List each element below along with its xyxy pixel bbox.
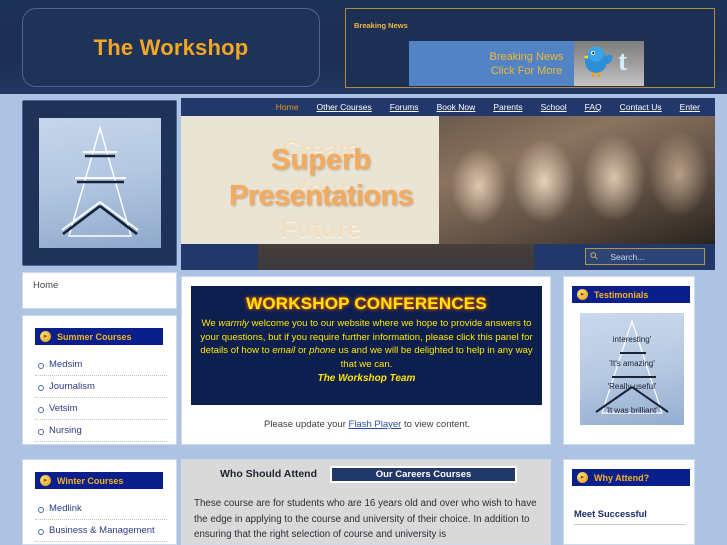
- orange-arrow-icon: ▸: [40, 331, 51, 342]
- search-strip: ⚲ Search...: [181, 244, 715, 270]
- sidebar-item-nursing[interactable]: Nursing: [35, 420, 167, 442]
- search-input[interactable]: Search...: [610, 252, 644, 262]
- nav-item-book-now[interactable]: Book Now: [437, 102, 476, 112]
- hero-banner: Create Superb Your Presentations Future: [181, 116, 715, 244]
- sidebar-item-vetsim[interactable]: Vetsim: [35, 398, 167, 420]
- site-title: The Workshop: [93, 34, 249, 60]
- search-box[interactable]: ⚲ Search...: [585, 248, 705, 265]
- courses-tabs: Who Should Attend Our Careers Courses: [182, 466, 552, 486]
- nav-item-enter[interactable]: Enter: [680, 102, 700, 112]
- hero-banner-photo: [439, 116, 715, 244]
- sidebar-item-medlink[interactable]: Medlink: [35, 498, 167, 520]
- nav-item-faq[interactable]: FAQ: [585, 102, 602, 112]
- hero-text-presentations: Presentations: [229, 180, 414, 212]
- sidebar-header-summer-courses[interactable]: ▸ Summer Courses: [35, 328, 163, 345]
- sidebar-header-label: Winter Courses: [57, 475, 124, 486]
- twitter-bird-icon[interactable]: t: [574, 41, 644, 86]
- workshop-conferences-panel[interactable]: WORKSHOP CONFERENCES We warmly welcome y…: [191, 286, 542, 405]
- courses-paragraph: These course are for students who are 16…: [194, 498, 537, 540]
- courses-info-panel: Who Should Attend Our Careers Courses Th…: [181, 459, 551, 545]
- breaking-news-box: Breaking News Breaking News Click For Mo…: [345, 8, 715, 88]
- tab-our-careers-courses[interactable]: Our Careers Courses: [330, 466, 517, 483]
- svg-text:t: t: [618, 46, 628, 77]
- conference-body-1: We: [201, 318, 219, 329]
- why-attend-header[interactable]: ▸ Why Attend?: [572, 469, 690, 486]
- breaking-news-line2: Click For More: [490, 64, 563, 77]
- tab-who-should-attend[interactable]: Who Should Attend: [220, 468, 317, 480]
- flash-notice-pre: Please update your: [264, 419, 349, 430]
- conference-em-warmly: warmly: [218, 318, 249, 329]
- nav-item-school[interactable]: School: [541, 102, 567, 112]
- sidebar-section-winter-courses: ▸ Winter Courses Medlink Business & Mana…: [22, 459, 177, 545]
- sidebar-list-winter: Medlink Business & Management: [35, 498, 167, 542]
- page-root: The Workshop Breaking News Breaking News…: [0, 0, 727, 545]
- testimonial-quote-4: 'It was brilliant': [606, 406, 658, 415]
- sidebar-header-winter-courses[interactable]: ▸ Winter Courses: [35, 472, 163, 489]
- hero-banner-text: Create Superb Your Presentations Future: [181, 116, 461, 244]
- breaking-news-line1: Breaking News: [489, 50, 564, 63]
- orange-arrow-icon: ▸: [40, 475, 51, 486]
- nav-item-forums[interactable]: Forums: [390, 102, 419, 112]
- testimonials-title: Testimonials: [594, 289, 649, 300]
- nav-item-other-courses[interactable]: Other Courses: [316, 102, 371, 112]
- sidebar-item-business-management[interactable]: Business & Management: [35, 520, 167, 542]
- testimonials-pyramid-image: interesting' 'It's amazing' 'Really usef…: [580, 313, 684, 425]
- conference-em-phone: phone: [309, 345, 336, 356]
- testimonials-header[interactable]: ▸ Testimonials: [572, 286, 690, 303]
- conference-title: WORKSHOP CONFERENCES: [246, 294, 487, 313]
- site-logo-box[interactable]: The Workshop: [22, 8, 320, 87]
- nav-item-home[interactable]: Home: [276, 102, 299, 112]
- testimonials-panel: ▸ Testimonials interesting' 'It's amazin…: [563, 276, 695, 445]
- sidebar-list-summer: Medsim Journalism Vetsim Nursing: [35, 354, 167, 442]
- flash-player-notice: Please update your Flash Player to view …: [182, 419, 552, 430]
- breadcrumb[interactable]: Home: [33, 280, 58, 291]
- why-attend-title: Why Attend?: [594, 472, 650, 483]
- conference-signature: The Workshop Team: [317, 373, 416, 384]
- testimonial-quote-3: 'Really useful': [607, 382, 657, 391]
- main-content-panel: WORKSHOP CONFERENCES We warmly welcome y…: [181, 276, 551, 445]
- pyramid-logo-icon: [38, 118, 161, 248]
- testimonial-quote-2: 'It's amazing': [609, 359, 655, 368]
- orange-arrow-icon: ▸: [577, 289, 588, 300]
- testimonial-quote-1: interesting': [612, 335, 652, 344]
- breadcrumb-panel: Home: [22, 272, 177, 309]
- sidebar-item-medsim[interactable]: Medsim: [35, 354, 167, 376]
- flash-notice-post: to view content.: [401, 419, 470, 430]
- nav-item-parents[interactable]: Parents: [493, 102, 522, 112]
- conference-em-email: email: [272, 345, 296, 356]
- why-attend-subitem[interactable]: Meet Successful: [574, 508, 686, 525]
- sidebar-header-label: Summer Courses: [57, 331, 132, 342]
- nav-item-contact-us[interactable]: Contact Us: [620, 102, 662, 112]
- conference-body-3: or: [295, 345, 310, 356]
- search-strip-photo: [258, 244, 534, 270]
- magnifier-icon: ⚲: [588, 250, 602, 263]
- breaking-news-label: Breaking News: [354, 21, 408, 30]
- flash-player-link[interactable]: Flash Player: [349, 419, 402, 430]
- conference-body: We warmly welcome you to our website whe…: [191, 317, 542, 371]
- why-attend-panel: ▸ Why Attend? Meet Successful: [563, 459, 695, 545]
- hero-text-future: Future: [280, 213, 362, 243]
- sidebar-logo-panel: [22, 100, 177, 266]
- conference-body-4: us and we will be delighted to help in a…: [335, 345, 533, 370]
- main-navigation: Home Other Courses Forums Book Now Paren…: [181, 98, 715, 116]
- site-header: The Workshop Breaking News Breaking News…: [0, 0, 727, 94]
- orange-arrow-icon: ▸: [577, 472, 588, 483]
- sidebar-section-summer-courses: ▸ Summer Courses Medsim Journalism Vetsi…: [22, 315, 177, 445]
- sidebar-item-journalism[interactable]: Journalism: [35, 376, 167, 398]
